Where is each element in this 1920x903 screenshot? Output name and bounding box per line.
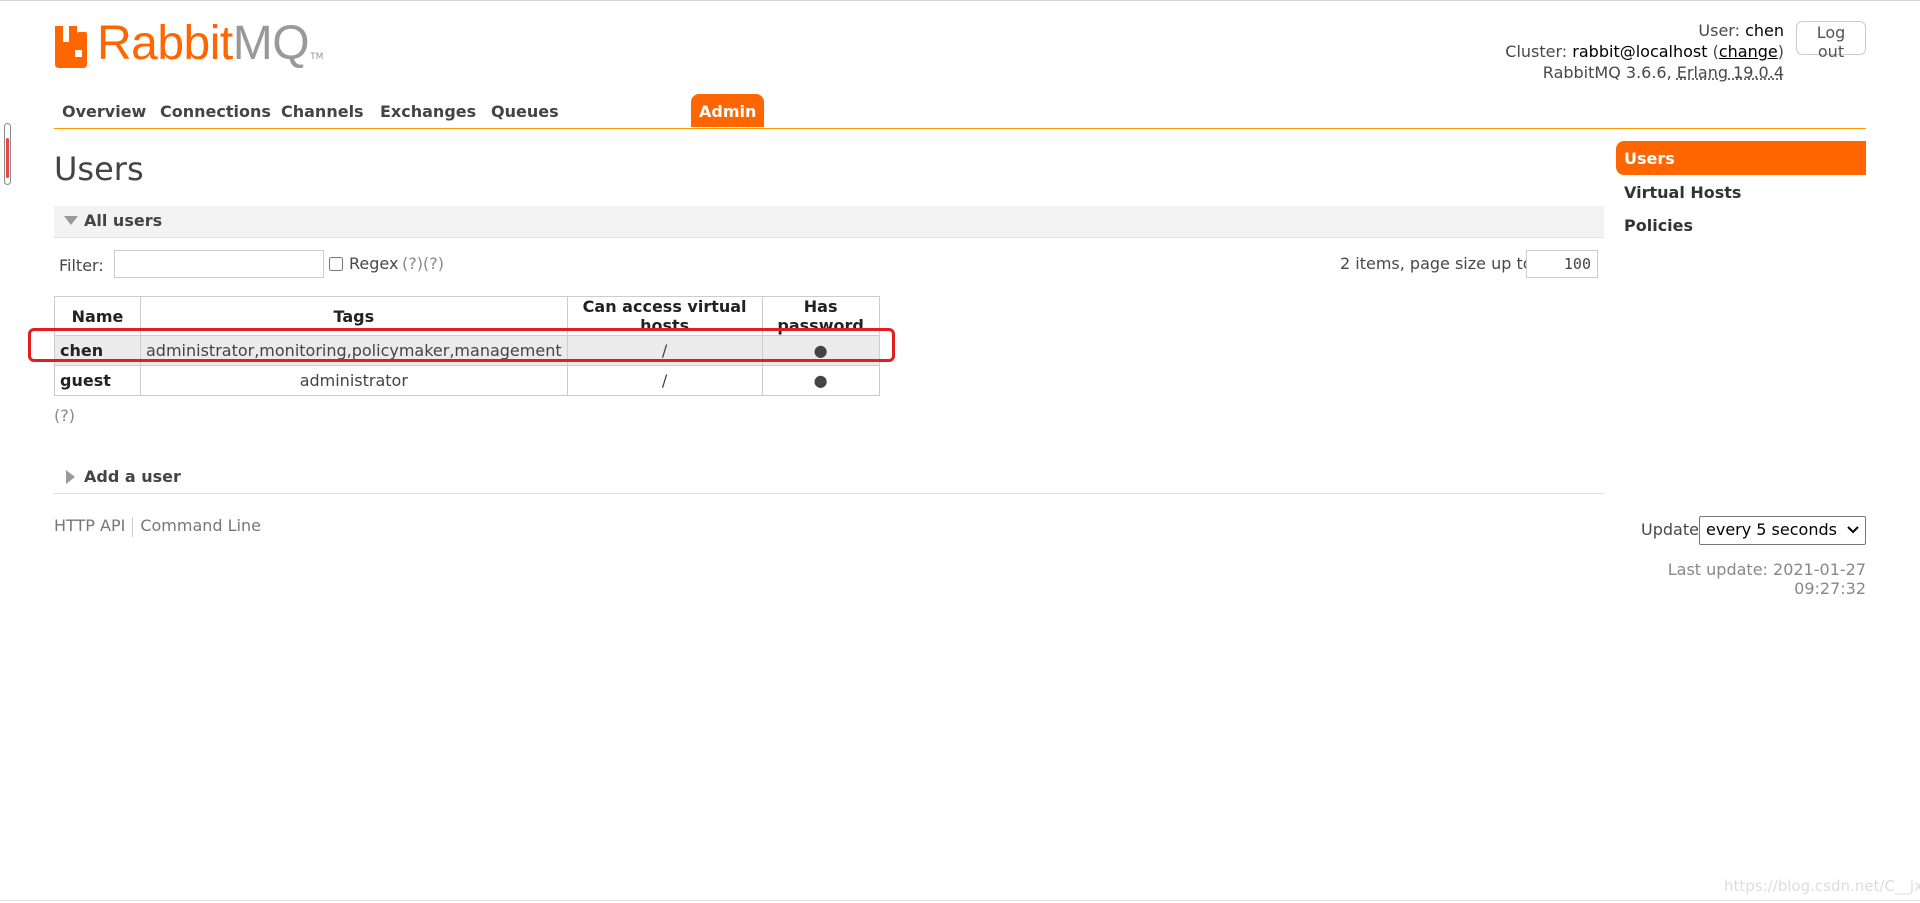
top-border <box>0 0 1920 1</box>
tab-connections[interactable]: Connections <box>152 94 279 127</box>
user-tags: administrator <box>140 365 568 396</box>
erlang-version: Erlang 19.0.4 <box>1676 63 1784 82</box>
command-line-link[interactable]: Command Line <box>140 516 261 535</box>
filter-input[interactable] <box>114 250 324 278</box>
chevron-down-icon <box>1847 526 1859 534</box>
tab-exchanges[interactable]: Exchanges <box>372 94 484 127</box>
regex-label: Regex <box>349 254 399 273</box>
current-user: chen <box>1745 21 1784 40</box>
has-password-indicator: ● <box>761 365 880 396</box>
table-row[interactable]: guest administrator / ● <box>54 365 880 396</box>
triangle-down-icon <box>64 216 78 225</box>
regex-checkbox[interactable] <box>329 257 343 271</box>
tab-queues[interactable]: Queues <box>483 94 567 127</box>
user-name-link[interactable]: guest <box>54 365 141 396</box>
highlight-annotation-box <box>28 328 895 362</box>
left-scrollbar[interactable] <box>4 123 11 185</box>
watermark-text: https://blog.csdn.net/C__jx <box>1724 877 1920 895</box>
login-details: User: chen Cluster: rabbit@localhost (ch… <box>1505 21 1784 82</box>
paging-info: 2 items, page size up to <box>1340 254 1533 273</box>
footer-links: HTTP API Command Line <box>54 516 261 537</box>
rabbitmq-logo[interactable]: RabbitMQ TM <box>53 18 323 68</box>
change-cluster-link[interactable]: change <box>1719 42 1778 61</box>
triangle-right-icon <box>66 470 75 484</box>
add-user-label: Add a user <box>84 467 181 486</box>
all-users-section-toggle[interactable]: All users <box>54 206 1604 238</box>
trademark-mark: TM <box>310 52 324 62</box>
update-interval-select[interactable]: every 5 seconds <box>1699 516 1866 545</box>
all-users-label: All users <box>84 211 163 230</box>
tab-channels[interactable]: Channels <box>273 94 372 127</box>
table-help-link[interactable]: (?) <box>54 406 75 425</box>
filter-help-link[interactable]: (?) <box>423 254 444 273</box>
main-nav-tabs: Overview Connections Channels Exchanges … <box>54 94 1866 129</box>
footer-divider <box>132 516 134 537</box>
sidebar-item-virtual-hosts[interactable]: Virtual Hosts <box>1624 183 1741 202</box>
tab-overview[interactable]: Overview <box>54 94 154 127</box>
add-user-section-toggle[interactable]: Add a user <box>54 462 1604 494</box>
sidebar-item-users[interactable]: Users <box>1616 141 1866 175</box>
update-interval-value: every 5 seconds <box>1706 520 1837 539</box>
page-size-input[interactable] <box>1526 250 1598 278</box>
user-vhosts: / <box>566 365 763 396</box>
sidebar-item-policies[interactable]: Policies <box>1624 216 1693 235</box>
last-update-timestamp: Last update: 2021-01-27 09:27:32 <box>1667 560 1866 598</box>
regex-help-link[interactable]: (?) <box>402 254 423 273</box>
page-title: Users <box>54 150 144 188</box>
bottom-border <box>0 900 1920 901</box>
update-label: Update <box>1641 520 1699 539</box>
cluster-name: rabbit@localhost <box>1572 42 1708 61</box>
tab-admin[interactable]: Admin <box>691 94 765 127</box>
rabbit-logo-icon <box>55 26 87 68</box>
http-api-link[interactable]: HTTP API <box>54 516 125 535</box>
logout-button[interactable]: Log out <box>1796 21 1866 61</box>
filter-label: Filter: <box>59 256 104 275</box>
